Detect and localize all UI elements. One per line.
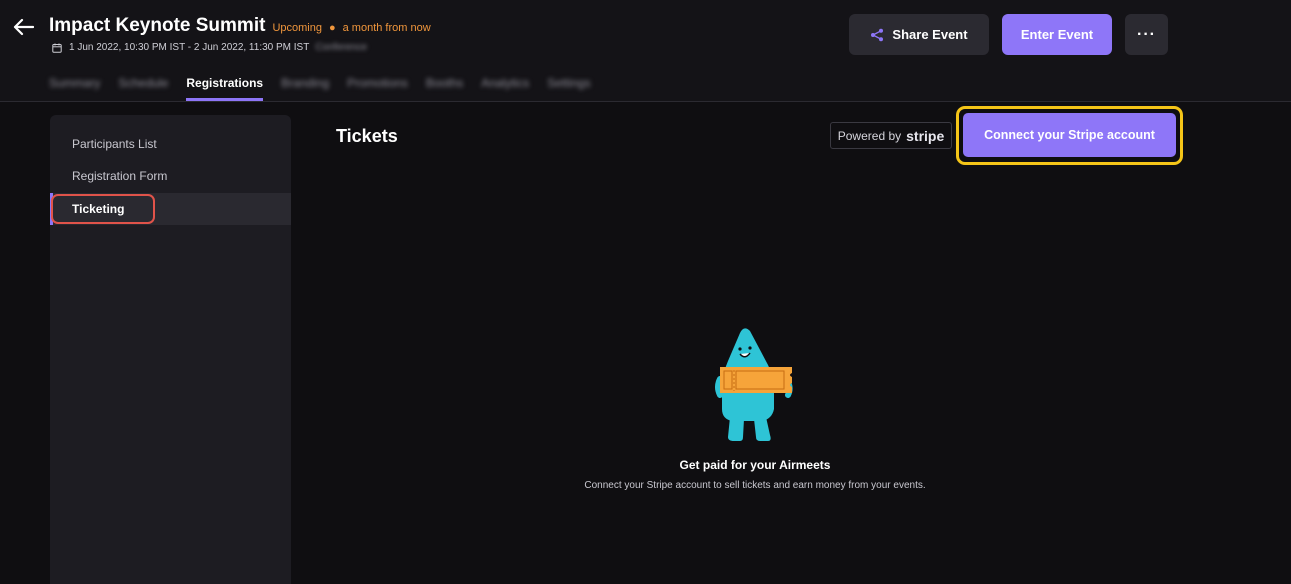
- event-title: Impact Keynote Summit: [49, 15, 266, 36]
- share-event-button[interactable]: Share Event: [849, 14, 989, 55]
- connect-stripe-button[interactable]: Connect your Stripe account: [963, 113, 1176, 157]
- tab-registrations[interactable]: Registrations: [186, 76, 264, 101]
- ticket-mascot-illustration: [710, 325, 805, 443]
- empty-state-title: Get paid for your Airmeets: [679, 458, 831, 472]
- registrations-sidebar: Participants List Registration Form Tick…: [50, 115, 291, 584]
- share-icon: [871, 28, 884, 41]
- tab-analytics[interactable]: Analytics: [481, 76, 529, 101]
- event-date-row: 1 Jun 2022, 10:30 PM IST - 2 Jun 2022, 1…: [52, 42, 367, 53]
- status-separator: ●: [328, 22, 336, 34]
- calendar-icon: [52, 43, 62, 53]
- tab-booths[interactable]: Booths: [426, 76, 463, 101]
- sidebar-item-ticketing[interactable]: Ticketing: [50, 193, 291, 225]
- back-arrow-icon[interactable]: [10, 14, 36, 40]
- tab-schedule[interactable]: Schedule: [118, 76, 168, 101]
- powered-by-stripe-badge: Powered by stripe: [830, 122, 952, 149]
- tab-promotions[interactable]: Promotions: [347, 76, 408, 101]
- empty-state-description: Connect your Stripe account to sell tick…: [584, 480, 926, 491]
- tab-branding[interactable]: Branding: [281, 76, 329, 101]
- event-tabs: Summary Schedule Registrations Branding …: [49, 76, 591, 101]
- event-type-blurred: Conference: [315, 42, 368, 53]
- share-event-label: Share Event: [892, 27, 968, 42]
- tab-summary[interactable]: Summary: [49, 76, 100, 101]
- sidebar-item-participants-list[interactable]: Participants List: [50, 128, 291, 160]
- tab-settings[interactable]: Settings: [547, 76, 590, 101]
- title-row: Impact Keynote Summit Upcoming ● a month…: [49, 15, 431, 37]
- sidebar-item-registration-form[interactable]: Registration Form: [50, 160, 291, 192]
- event-date-range: 1 Jun 2022, 10:30 PM IST - 2 Jun 2022, 1…: [69, 42, 310, 53]
- stripe-logo: stripe: [906, 127, 945, 144]
- event-header: Impact Keynote Summit Upcoming ● a month…: [0, 0, 1291, 102]
- more-options-button[interactable]: ···: [1125, 14, 1168, 55]
- enter-event-button[interactable]: Enter Event: [1002, 14, 1112, 55]
- powered-by-label: Powered by: [837, 128, 902, 143]
- page-title: Tickets: [336, 126, 398, 146]
- status-badge: Upcoming: [272, 22, 322, 34]
- status-relative-time: a month from now: [342, 22, 431, 34]
